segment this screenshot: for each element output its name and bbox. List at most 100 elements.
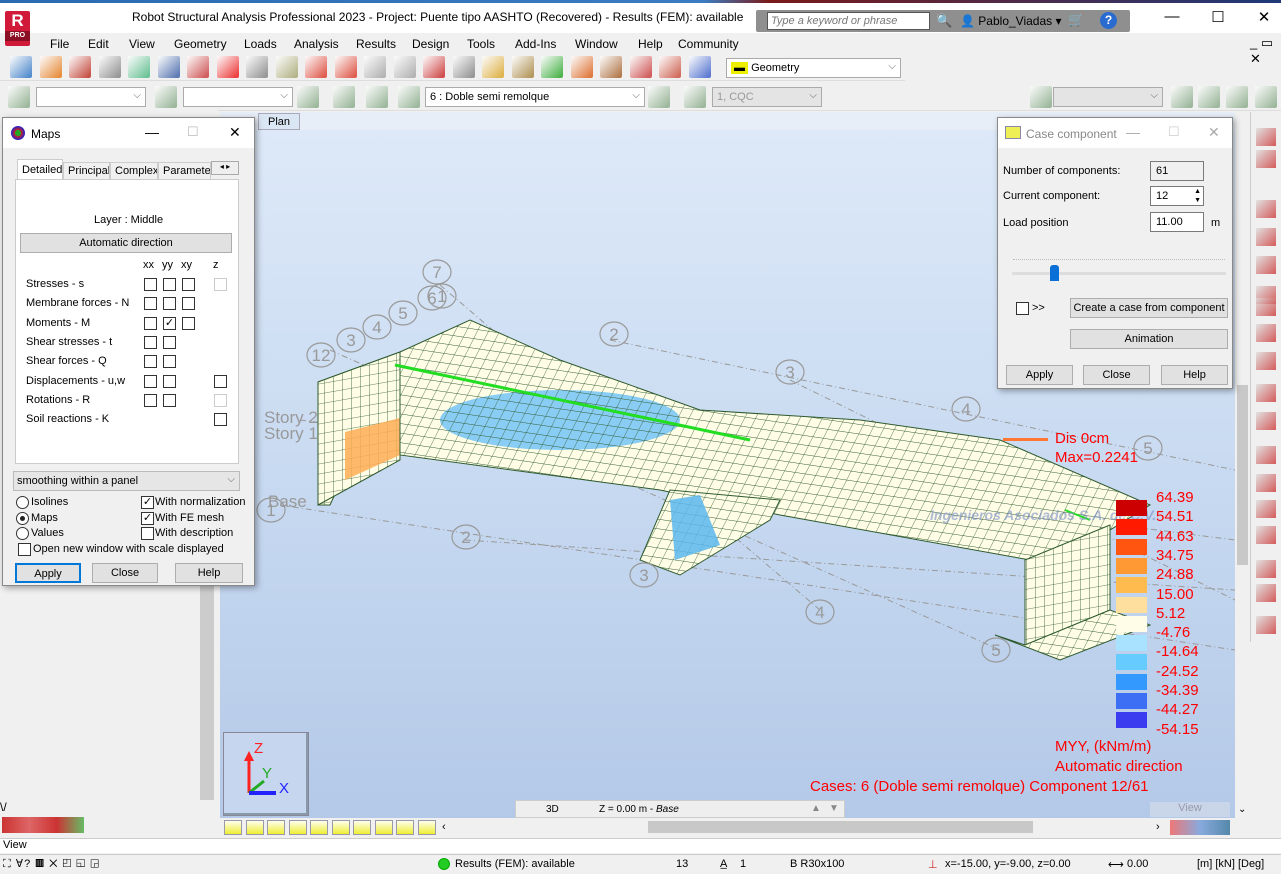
tab-plan[interactable]: Plan: [258, 113, 300, 130]
display-toolbar-icon[interactable]: [353, 820, 371, 835]
toolbar-icon[interactable]: [684, 86, 706, 108]
automatic-direction-button[interactable]: Automatic direction: [20, 233, 232, 253]
minimize-button[interactable]: —: [145, 124, 159, 140]
toolbar-icon[interactable]: [688, 56, 711, 78]
minimize-button[interactable]: —: [1157, 8, 1187, 25]
apply-button[interactable]: Apply: [15, 563, 81, 583]
tab-parameter[interactable]: Parameter: [158, 162, 211, 180]
option-checkbox[interactable]: ✓: [141, 511, 154, 525]
checkbox-yy[interactable]: [163, 335, 176, 349]
close-dialog-button[interactable]: Close: [92, 563, 158, 583]
menu-file[interactable]: File: [50, 37, 69, 51]
open-new-window-checkbox[interactable]: [18, 543, 31, 556]
search-input[interactable]: Type a keyword or phrase: [767, 12, 930, 30]
display-toolbar-icon[interactable]: [374, 820, 393, 835]
toolbar-icon[interactable]: [364, 56, 386, 78]
close-button[interactable]: ✕: [1249, 8, 1279, 26]
menu-design[interactable]: Design: [412, 37, 449, 51]
axis-triad[interactable]: Z Y X: [223, 732, 309, 816]
display-toolbar-icon[interactable]: [267, 820, 285, 835]
toolbar-icon[interactable]: [157, 56, 180, 78]
checkbox-xy[interactable]: [182, 278, 195, 291]
panel-tab-icons[interactable]: [2, 817, 84, 833]
toolbar-icon[interactable]: [659, 56, 681, 78]
toolbar-icon[interactable]: [1226, 86, 1248, 108]
load-case-select[interactable]: 6 : Doble semi remolque ⌵: [425, 87, 645, 107]
scroll-down-arrow[interactable]: ⌄: [1238, 804, 1246, 815]
view-button[interactable]: View: [1150, 802, 1230, 817]
toolbar-icon[interactable]: [8, 86, 30, 108]
view-toggle-icons[interactable]: [1170, 820, 1230, 835]
menu-geometry[interactable]: Geometry: [174, 37, 227, 51]
toolbar-icon[interactable]: [1255, 86, 1277, 108]
toolbar-icon[interactable]: [423, 56, 445, 78]
menu-tools[interactable]: Tools: [467, 37, 495, 51]
level-label[interactable]: Z = 0.00 m - Base: [599, 804, 679, 815]
menu-window[interactable]: Window: [575, 37, 618, 51]
apply-button[interactable]: Apply: [1006, 365, 1073, 385]
checkbox-xx[interactable]: [144, 297, 157, 311]
checkbox-xx[interactable]: [144, 316, 157, 330]
checkbox-z[interactable]: [214, 413, 227, 427]
toolbar-icon[interactable]: [393, 56, 416, 78]
toolbar-icon[interactable]: [1030, 86, 1052, 108]
menu-view[interactable]: View: [129, 37, 155, 51]
load-position-input[interactable]: 11.00: [1150, 212, 1204, 232]
checkbox-yy[interactable]: [163, 278, 176, 291]
horizontal-scroll-thumb[interactable]: [648, 821, 1033, 833]
binoculars-icon[interactable]: 🔍: [936, 13, 952, 29]
right-toolbar-icon[interactable]: [1256, 256, 1276, 274]
toolbar-icon[interactable]: [39, 56, 62, 78]
display-toolbar-icon[interactable]: [224, 820, 242, 835]
close-button[interactable]: ✕: [1208, 124, 1220, 141]
toolbar-icon[interactable]: [216, 56, 239, 78]
option-checkbox[interactable]: [141, 527, 154, 540]
cart-icon[interactable]: 🛒: [1068, 12, 1084, 28]
toolbar-icon[interactable]: [10, 56, 32, 78]
display-toolbar-icon[interactable]: [331, 820, 350, 835]
right-toolbar-icon[interactable]: [1256, 128, 1276, 146]
toolbar-icon[interactable]: [334, 56, 357, 78]
display-toolbar-icon[interactable]: [417, 820, 436, 835]
toolbar-icon[interactable]: [333, 86, 355, 108]
right-toolbar-icon[interactable]: [1256, 500, 1276, 518]
menu-analysis[interactable]: Analysis: [294, 37, 339, 51]
right-toolbar-icon[interactable]: [1256, 228, 1276, 246]
user-account-button[interactable]: 👤 Pablo_Viadas ▾: [960, 14, 1062, 28]
toolbar-icon[interactable]: [398, 86, 420, 108]
checkbox-yy[interactable]: ✓: [163, 316, 176, 330]
option-checkbox[interactable]: ✓: [141, 496, 154, 509]
checkbox-yy[interactable]: [163, 355, 176, 369]
menu-help[interactable]: Help: [638, 37, 663, 51]
toolbar-icon[interactable]: [305, 56, 327, 78]
right-toolbar-icon[interactable]: [1256, 352, 1276, 370]
toolbar-icon[interactable]: [275, 56, 298, 78]
maximize-button[interactable]: ☐: [1168, 124, 1180, 140]
minimize-button[interactable]: —: [1126, 124, 1140, 140]
checkbox-xx[interactable]: [144, 278, 157, 291]
tab-complex[interactable]: Complex: [110, 162, 158, 180]
bar-select[interactable]: ⌵: [183, 87, 293, 107]
structure-select[interactable]: ⌵: [1053, 87, 1163, 107]
right-toolbar-icon[interactable]: [1256, 412, 1276, 430]
toolbar-icon[interactable]: [1171, 86, 1193, 108]
next-checkbox[interactable]: [1016, 302, 1029, 315]
animation-button[interactable]: Animation: [1070, 329, 1228, 349]
toolbar-icon[interactable]: [98, 56, 121, 78]
smoothing-select[interactable]: smoothing within a panel ⌵: [13, 471, 240, 491]
panel-scrollbar[interactable]: [200, 560, 214, 800]
radio-isolines[interactable]: [16, 496, 29, 509]
toolbar-icon[interactable]: [600, 56, 622, 78]
scroll-right-arrow[interactable]: ›: [1156, 821, 1160, 833]
checkbox-yy[interactable]: [163, 297, 176, 311]
vertical-scroll-thumb[interactable]: [1237, 385, 1248, 565]
current-component-stepper[interactable]: 12 ▲ ▼: [1150, 186, 1204, 206]
toolbar-icon[interactable]: [648, 86, 670, 108]
checkbox-xx[interactable]: [144, 335, 157, 349]
right-toolbar-icon[interactable]: [1256, 200, 1276, 218]
checkbox-yy[interactable]: [163, 374, 176, 388]
close-button[interactable]: ✕: [229, 124, 241, 141]
status-units[interactable]: [m] [kN] [Deg]: [1197, 858, 1264, 870]
radio-values[interactable]: [16, 527, 29, 540]
toolbar-icon[interactable]: [452, 56, 475, 78]
